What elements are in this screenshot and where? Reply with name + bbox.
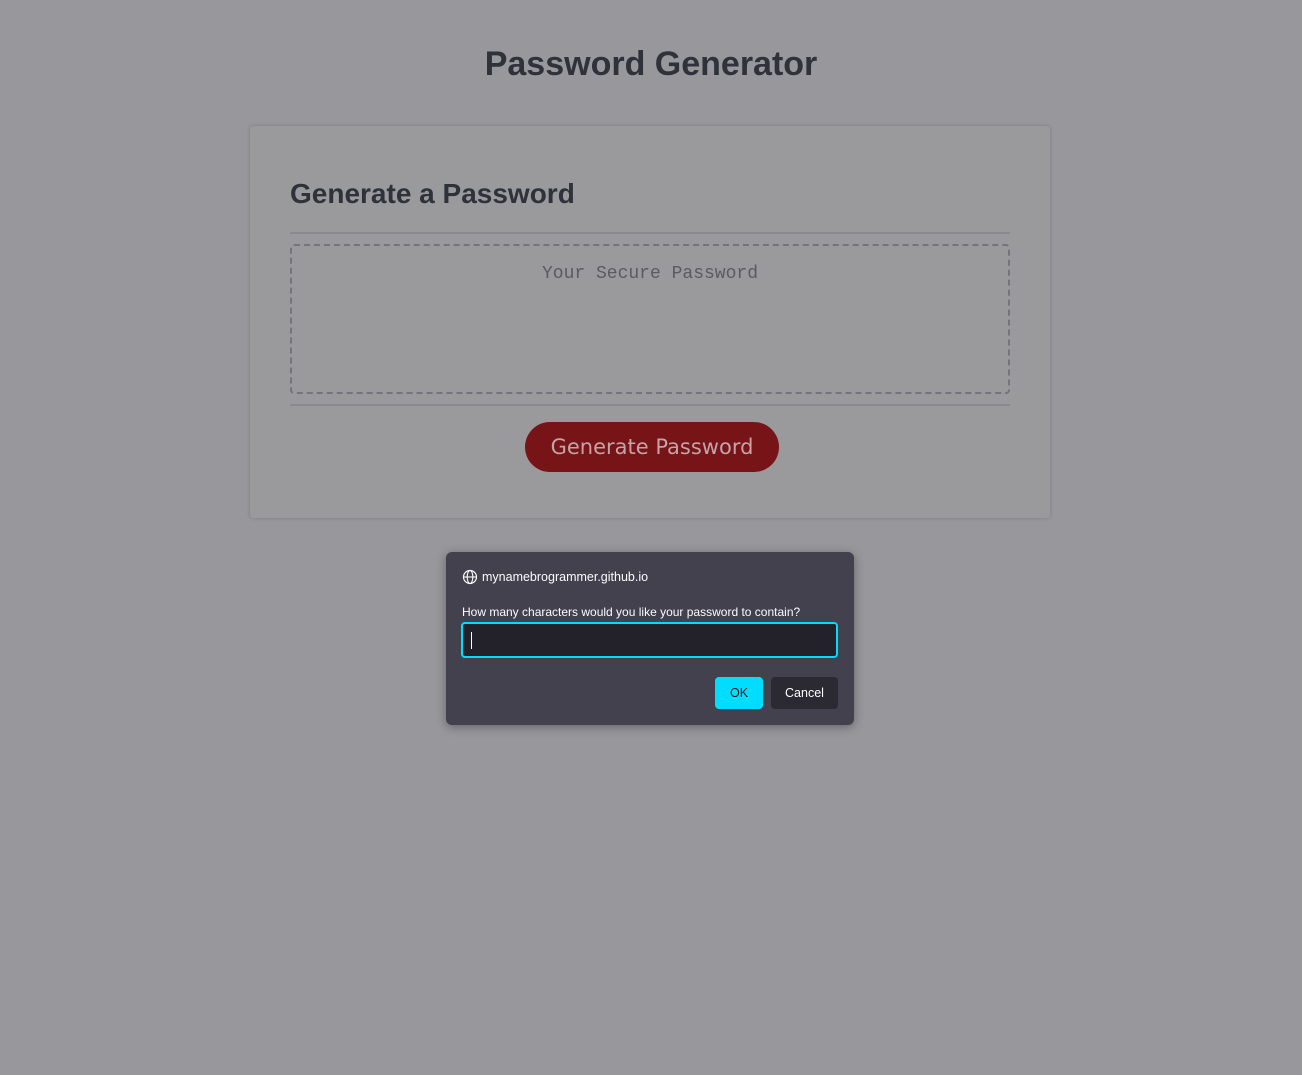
card-divider-top: [290, 232, 1010, 234]
password-card: Generate a Password Generate Password: [250, 126, 1050, 518]
card-divider-bottom: [290, 404, 1010, 406]
cancel-button[interactable]: Cancel: [771, 677, 838, 709]
dialog-origin-text: mynamebrogrammer.github.io: [482, 570, 649, 584]
globe-icon: [462, 569, 478, 585]
dialog-origin: mynamebrogrammer.github.io: [462, 568, 648, 586]
card-header: Generate a Password: [290, 178, 575, 209]
ok-button[interactable]: OK: [715, 677, 763, 709]
character-count-input[interactable]: [461, 622, 838, 658]
dialog-message: How many characters would you like your …: [462, 605, 801, 619]
text-caret: [471, 632, 472, 649]
prompt-dialog: mynamebrogrammer.github.io How many char…: [446, 552, 854, 725]
password-output[interactable]: [290, 244, 1010, 394]
generate-password-button[interactable]: Generate Password: [525, 422, 779, 472]
page-title: Password Generator: [484, 45, 818, 83]
